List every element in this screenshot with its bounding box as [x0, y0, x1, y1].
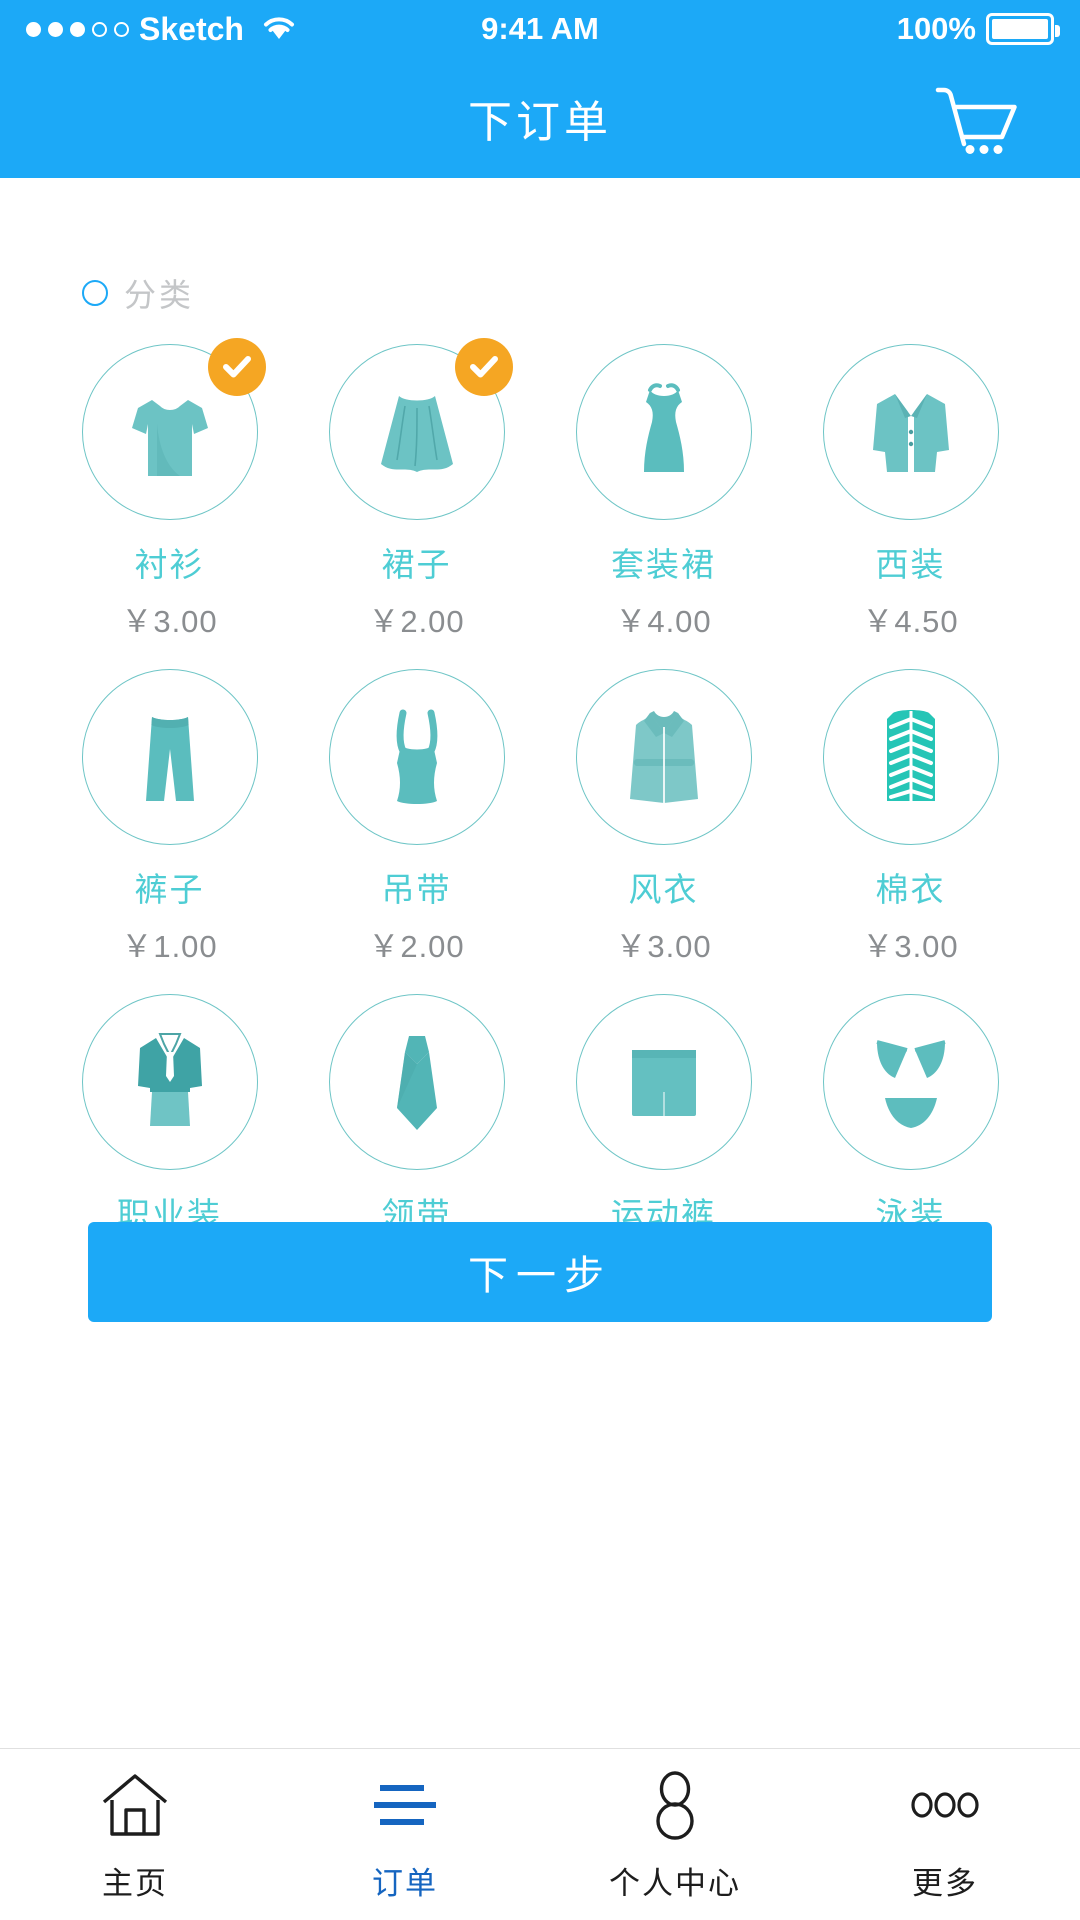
category-section-header: 分类 [0, 178, 1080, 316]
item-name: 棉衣 [876, 863, 946, 911]
thumb-wrap [823, 669, 999, 845]
status-bar-right: 100% [897, 11, 1054, 47]
person-icon [644, 1766, 706, 1844]
trenchcoat-icon [576, 669, 752, 845]
category-item-dress[interactable]: 套装裙 ￥4.00 [540, 338, 787, 641]
signal-dot-filled [26, 22, 41, 37]
category-item-padded-coat[interactable]: 棉衣 ￥3.00 [787, 663, 1034, 966]
status-bar-left: Sketch [26, 11, 298, 48]
signal-dot-filled [70, 22, 85, 37]
item-name: 套装裙 [611, 538, 716, 586]
category-section-label: 分类 [124, 270, 194, 316]
thumb-wrap [823, 344, 999, 520]
item-name: 吊带 [382, 863, 452, 911]
tab-profile[interactable]: 个人中心 [540, 1749, 810, 1920]
tab-home[interactable]: 主页 [0, 1749, 270, 1920]
item-price: ￥4.50 [862, 596, 958, 641]
thumb-wrap [329, 669, 505, 845]
item-name: 衬衫 [135, 538, 205, 586]
bottom-tab-bar: 主页 订单 个人中心 [0, 1748, 1080, 1920]
necktie-icon [329, 994, 505, 1170]
tab-label: 主页 [102, 1858, 168, 1903]
item-price: ￥3.00 [615, 921, 711, 966]
app-header: 下订单 [0, 58, 1080, 178]
tab-label: 个人中心 [609, 1858, 741, 1903]
item-price: ￥1.00 [121, 921, 217, 966]
swimsuit-icon [823, 994, 999, 1170]
battery-percent-label: 100% [897, 11, 976, 47]
camisole-icon [329, 669, 505, 845]
thumb-wrap [576, 344, 752, 520]
suit-jacket-icon [823, 344, 999, 520]
trousers-icon [82, 669, 258, 845]
item-name: 裙子 [382, 538, 452, 586]
category-item-trenchcoat[interactable]: 风衣 ￥3.00 [540, 663, 787, 966]
item-price: ￥2.00 [368, 921, 464, 966]
tab-label: 订单 [372, 1858, 438, 1903]
signal-dots [26, 22, 129, 37]
dress-icon [576, 344, 752, 520]
thumb-wrap [82, 994, 258, 1170]
tab-more[interactable]: 更多 [810, 1749, 1080, 1920]
carrier-label: Sketch [139, 11, 244, 48]
selected-check-icon [455, 338, 513, 396]
home-icon [99, 1766, 171, 1844]
category-item-suit-jacket[interactable]: 西装 ￥4.50 [787, 338, 1034, 641]
item-name: 西装 [876, 538, 946, 586]
thumb-wrap [82, 344, 258, 520]
list-lines-icon [366, 1766, 444, 1844]
item-price: ￥3.00 [862, 921, 958, 966]
shopping-cart-icon[interactable] [930, 78, 1022, 158]
thumb-wrap [576, 994, 752, 1170]
signal-dot-empty [114, 22, 129, 37]
tab-label: 更多 [912, 1858, 978, 1903]
radio-circle-icon[interactable] [82, 280, 108, 306]
page-title: 下订单 [468, 86, 612, 150]
category-item-shirt[interactable]: 衬衫 ￥3.00 [46, 338, 293, 641]
item-name: 裤子 [135, 863, 205, 911]
next-step-button[interactable]: 下一步 [88, 1222, 992, 1322]
battery-icon [986, 13, 1054, 45]
thumb-wrap [823, 994, 999, 1170]
category-grid: 衬衫 ￥3.00 [0, 338, 1080, 1291]
business-suit-icon [82, 994, 258, 1170]
signal-dot-filled [48, 22, 63, 37]
category-item-skirt[interactable]: 裙子 ￥2.00 [293, 338, 540, 641]
item-price: ￥2.00 [368, 596, 464, 641]
tab-orders[interactable]: 订单 [270, 1749, 540, 1920]
selected-check-icon [208, 338, 266, 396]
signal-dot-empty [92, 22, 107, 37]
thumb-wrap [329, 994, 505, 1170]
item-name: 风衣 [629, 863, 699, 911]
padded-coat-icon [823, 669, 999, 845]
category-item-trousers[interactable]: 裤子 ￥1.00 [46, 663, 293, 966]
item-price: ￥3.00 [121, 596, 217, 641]
thumb-wrap [82, 669, 258, 845]
wifi-icon [260, 12, 298, 47]
status-bar: Sketch 9:41 AM 100% [0, 0, 1080, 58]
battery-fill [992, 19, 1048, 39]
item-price: ￥4.00 [615, 596, 711, 641]
shorts-icon [576, 994, 752, 1170]
category-item-camisole[interactable]: 吊带 ￥2.00 [293, 663, 540, 966]
thumb-wrap [329, 344, 505, 520]
ellipsis-icon [907, 1766, 983, 1844]
main-content: 分类 衬衫 ￥3.00 [0, 178, 1080, 1748]
thumb-wrap [576, 669, 752, 845]
